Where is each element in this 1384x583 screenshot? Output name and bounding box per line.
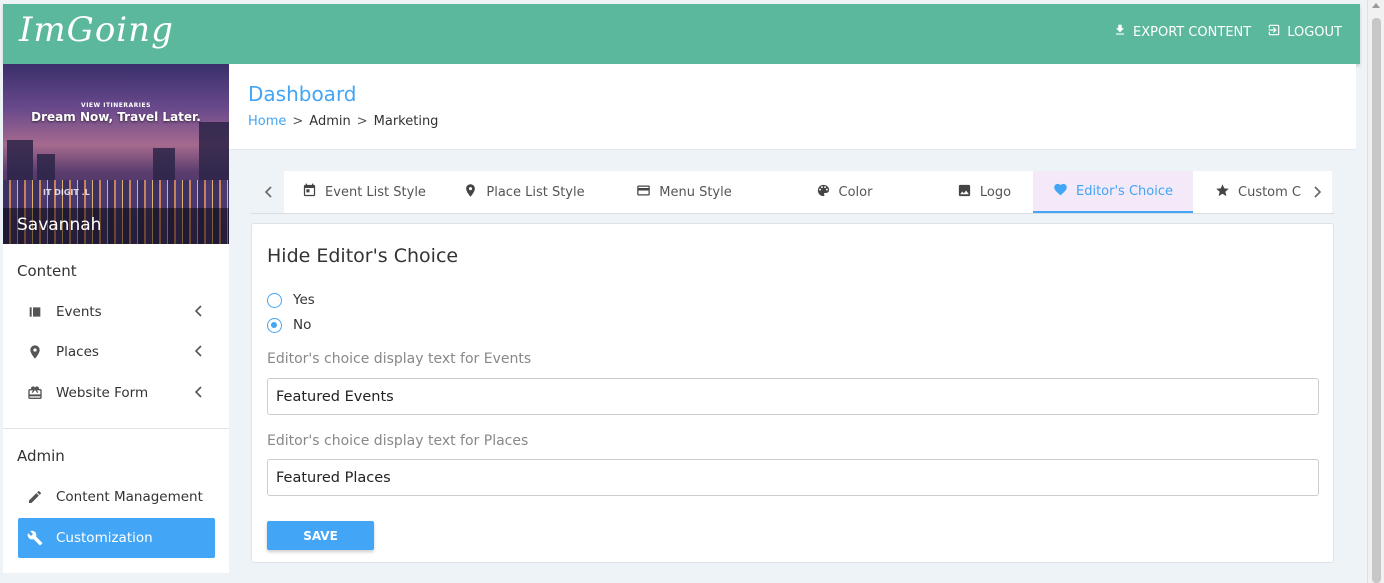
scroll-up-arrow-icon[interactable] bbox=[1372, 3, 1380, 8]
tab-scroll-left-button[interactable] bbox=[254, 171, 284, 213]
map-pin-icon bbox=[463, 183, 478, 202]
tab-label: Color bbox=[838, 184, 873, 200]
tab-event-list-style[interactable]: Event List Style bbox=[284, 171, 444, 213]
sidebar-item-content-management[interactable]: Content Management bbox=[18, 477, 215, 517]
city-name: Savannah bbox=[3, 208, 229, 244]
tab-custom[interactable]: Custom C bbox=[1193, 171, 1302, 213]
tab-menu-style[interactable]: Menu Style bbox=[604, 171, 764, 213]
tab-label: Event List Style bbox=[325, 184, 426, 200]
menu-card-icon bbox=[636, 183, 651, 202]
section-title: Hide Editor's Choice bbox=[267, 245, 459, 267]
logout-label: LOGOUT bbox=[1287, 24, 1342, 40]
logout-button[interactable]: LOGOUT bbox=[1267, 23, 1342, 41]
scrollbar-thumb[interactable] bbox=[1372, 18, 1381, 583]
sidebar-divider bbox=[3, 428, 229, 429]
dashboard-header: Dashboard Home > Admin > Marketing bbox=[229, 64, 1356, 150]
tab-scroll-right-button[interactable] bbox=[1302, 171, 1332, 213]
save-button[interactable]: SAVE bbox=[267, 521, 374, 550]
hero-tagline: VIEW ITINERARIES bbox=[81, 102, 151, 109]
logout-icon bbox=[1267, 23, 1281, 41]
chevron-left-icon bbox=[264, 183, 273, 202]
tab-place-list-style[interactable]: Place List Style bbox=[444, 171, 604, 213]
hero-watermark: IT DIGIT .L bbox=[43, 188, 90, 197]
heart-icon bbox=[1053, 182, 1068, 201]
radio-no[interactable]: No bbox=[267, 317, 311, 333]
sidebar-item-website-form[interactable]: Website Form bbox=[18, 373, 215, 413]
tab-strip: Event List Style Place List Style Menu S… bbox=[284, 171, 1302, 213]
top-bar: ImGoing EXPORT CONTENT LOGOUT bbox=[3, 4, 1360, 64]
pencil-icon bbox=[26, 488, 44, 506]
wrench-icon bbox=[26, 529, 44, 547]
tab-label: Place List Style bbox=[486, 184, 585, 200]
palette-icon bbox=[816, 183, 831, 202]
tab-label: Editor's Choice bbox=[1076, 183, 1173, 199]
radio-button[interactable] bbox=[267, 292, 282, 308]
sidebar-item-label: Events bbox=[56, 304, 102, 320]
customization-tabs: Event List Style Place List Style Menu S… bbox=[251, 171, 1334, 213]
sidebar-item-label: Customization bbox=[56, 530, 153, 546]
sidebar-item-label: Places bbox=[56, 344, 99, 360]
radio-label: Yes bbox=[293, 292, 315, 308]
skyline-building bbox=[7, 140, 33, 184]
breadcrumb-separator: > bbox=[292, 114, 304, 129]
city-hero-image[interactable]: VIEW ITINERARIES Dream Now, Travel Later… bbox=[3, 64, 229, 244]
radio-label: No bbox=[293, 317, 312, 333]
radio-button[interactable] bbox=[267, 317, 282, 333]
sidebar-item-customization[interactable]: Customization bbox=[18, 518, 215, 558]
skyline-building bbox=[199, 122, 229, 184]
breadcrumb-home-link[interactable]: Home bbox=[248, 114, 286, 129]
editors-choice-card: Hide Editor's Choice Yes No Editor's cho… bbox=[251, 223, 1334, 563]
calendar-icon bbox=[302, 183, 317, 202]
tab-color[interactable]: Color bbox=[764, 171, 924, 213]
breadcrumb-separator: > bbox=[356, 114, 368, 129]
page-scrollbar[interactable] bbox=[1367, 0, 1384, 583]
breadcrumb-admin: Admin bbox=[309, 114, 351, 129]
chevron-right-icon bbox=[1313, 183, 1322, 202]
tab-label: Menu Style bbox=[659, 184, 732, 200]
download-icon bbox=[1113, 23, 1127, 41]
breadcrumb: Home > Admin > Marketing bbox=[248, 114, 438, 129]
export-content-button[interactable]: EXPORT CONTENT bbox=[1113, 23, 1251, 41]
events-text-label: Editor's choice display text for Events bbox=[267, 351, 532, 367]
admin-section-title: Admin bbox=[17, 447, 65, 465]
content-section-title: Content bbox=[17, 262, 77, 280]
header-actions: EXPORT CONTENT LOGOUT bbox=[1113, 23, 1342, 41]
sidebar: VIEW ITINERARIES Dream Now, Travel Later… bbox=[3, 64, 229, 573]
sidebar-item-label: Content Management bbox=[56, 489, 203, 505]
places-text-label: Editor's choice display text for Places bbox=[267, 433, 529, 449]
sidebar-item-events[interactable]: Events bbox=[18, 292, 215, 332]
places-text-field[interactable] bbox=[267, 459, 1319, 496]
tab-underline bbox=[251, 213, 1334, 214]
tab-label: Custom C bbox=[1238, 184, 1302, 200]
sidebar-item-places[interactable]: Places bbox=[18, 332, 215, 372]
image-icon bbox=[957, 183, 972, 202]
map-pin-icon bbox=[26, 343, 44, 361]
skyline-building bbox=[153, 148, 175, 184]
chevron-left-icon bbox=[194, 386, 203, 398]
chevron-left-icon bbox=[194, 305, 203, 317]
tab-label: Logo bbox=[979, 184, 1012, 200]
form-icon bbox=[26, 384, 44, 402]
export-content-label: EXPORT CONTENT bbox=[1133, 24, 1252, 40]
app-logo[interactable]: ImGoing bbox=[19, 10, 174, 50]
breadcrumb-current: Marketing bbox=[373, 114, 439, 129]
tab-editors-choice[interactable]: Editor's Choice bbox=[1033, 171, 1193, 213]
chevron-left-icon bbox=[194, 345, 203, 357]
events-text-field[interactable] bbox=[267, 378, 1319, 415]
star-icon bbox=[1215, 183, 1230, 202]
hero-promo-text: Dream Now, Travel Later. bbox=[31, 110, 201, 124]
page-title: Dashboard bbox=[248, 82, 357, 106]
sidebar-item-label: Website Form bbox=[56, 385, 149, 401]
events-icon bbox=[26, 303, 44, 321]
radio-yes[interactable]: Yes bbox=[267, 292, 315, 308]
